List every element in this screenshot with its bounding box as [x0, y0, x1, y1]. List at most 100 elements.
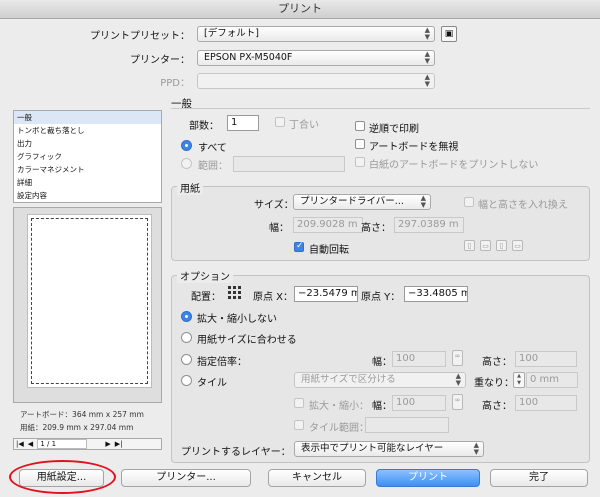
- paper-width-label: 幅：: [269, 223, 289, 234]
- next-page-icon[interactable]: ▶: [103, 439, 112, 449]
- copies-input[interactable]: 1: [227, 115, 259, 131]
- layers-select[interactable]: 表示中でプリント可能なレイヤー ▲ ▼: [294, 441, 484, 457]
- tile-height-input: 100: [515, 395, 577, 411]
- general-divider: [171, 108, 590, 109]
- updown-arrow-icon: ▲ ▼: [424, 26, 430, 41]
- highlight-annotation-circle: [9, 460, 116, 494]
- updown-arrow-icon: ▲ ▼: [473, 441, 479, 456]
- done-button[interactable]: 完了: [490, 469, 588, 487]
- overlap-input: 0 mm: [526, 372, 578, 388]
- updown-arrow-icon: ▲ ▼: [420, 194, 426, 209]
- reverse-order-checkbox[interactable]: [355, 121, 365, 131]
- paper-width-input: 209.9028 m: [293, 217, 363, 233]
- custom-scale-radio[interactable]: [181, 354, 192, 365]
- updown-arrow-icon: ▲ ▼: [424, 73, 430, 88]
- origin-x-label: 原点 X：: [253, 292, 294, 303]
- tile-range-label: タイル範囲：: [309, 423, 369, 434]
- options-title: オプション: [177, 268, 233, 283]
- placement-grid-icon[interactable]: [228, 286, 241, 299]
- paper-title: 用紙: [177, 180, 203, 195]
- fit-to-paper-radio[interactable]: [181, 332, 192, 343]
- tile-radio[interactable]: [181, 375, 192, 386]
- all-radio[interactable]: [181, 140, 192, 151]
- skip-blank-checkbox: [355, 157, 365, 167]
- paper-size-select[interactable]: プリンタードライバー... ▲ ▼: [293, 194, 431, 210]
- paper-height-label: 高さ：: [361, 223, 391, 234]
- sidebar-item-marks-bleed[interactable]: トンボと裁ち落とし: [14, 124, 161, 137]
- collate-checkbox: [275, 117, 285, 127]
- range-radio: [181, 158, 192, 169]
- paper-size-value: プリンタードライバー...: [300, 196, 404, 207]
- scale-height-input: 100: [515, 351, 577, 367]
- custom-scale-label: 指定倍率：: [197, 357, 247, 368]
- skip-blank-label: 白紙のアートボードをプリントしない: [369, 160, 539, 171]
- collate-label: 丁合い: [289, 120, 319, 131]
- origin-x-input[interactable]: −23.5479 m: [294, 286, 358, 302]
- tile-range-checkbox: [294, 420, 304, 430]
- sidebar-item-advanced[interactable]: 詳細: [14, 176, 161, 189]
- orientation-landscape-icon: ▭: [480, 240, 491, 251]
- first-page-icon[interactable]: |◀: [14, 439, 26, 449]
- printer-select[interactable]: EPSON PX-M5040F ▲ ▼: [197, 50, 435, 66]
- ppd-label: PPD：: [160, 78, 190, 89]
- orientation-portrait-icon: ▯: [464, 240, 475, 251]
- paper-height-input: 297.0389 m: [394, 217, 464, 233]
- tile-scale-checkbox: [294, 398, 304, 408]
- overlap-label: 重なり：: [474, 378, 514, 389]
- preview-sheet: [27, 214, 152, 388]
- print-button[interactable]: プリント: [376, 469, 480, 487]
- tile-range-input: [365, 417, 449, 433]
- swap-checkbox: [464, 197, 474, 207]
- tile-select: 用紙サイズで区分ける ▲ ▼: [294, 372, 466, 388]
- preset-label: プリントプリセット：: [90, 31, 190, 42]
- printer-label: プリンター：: [130, 55, 190, 66]
- scale-height-label: 高さ：: [482, 357, 512, 368]
- tile-height-label: 高さ：: [482, 401, 512, 412]
- orientation-landscape-flip-icon: ▭: [512, 240, 523, 251]
- tile-link-proportions-icon: ∞: [452, 394, 463, 410]
- scale-width-input: 100: [392, 351, 446, 367]
- paper-info: 用紙：209.9 mm x 297.04 mm: [20, 423, 134, 432]
- prev-page-icon[interactable]: ◀: [26, 439, 35, 449]
- last-page-icon[interactable]: ▶|: [113, 439, 125, 449]
- auto-rotate-checkbox[interactable]: [294, 241, 304, 252]
- range-input: [233, 156, 345, 172]
- layers-label: プリントするレイヤー：: [181, 447, 291, 458]
- orientation-portrait-flip-icon: ▯: [496, 240, 507, 251]
- sidebar-item-summary[interactable]: 設定内容: [14, 189, 161, 202]
- scale-width-label: 幅：: [372, 357, 392, 368]
- origin-y-input[interactable]: −33.4805 m: [404, 286, 468, 302]
- no-scale-radio[interactable]: [181, 311, 192, 322]
- preset-select[interactable]: [デフォルト] ▲ ▼: [197, 26, 435, 42]
- ppd-select: ▲ ▼: [197, 73, 435, 89]
- tile-width-input: 100: [392, 395, 446, 411]
- tile-label: タイル: [197, 378, 227, 389]
- category-list[interactable]: 一般 トンボと裁ち落とし 出力 グラフィック カラーマネジメント 詳細 設定内容: [13, 110, 162, 203]
- sidebar-item-output[interactable]: 出力: [14, 137, 161, 150]
- ignore-artboards-checkbox[interactable]: [355, 139, 365, 149]
- preset-value: [デフォルト]: [204, 28, 259, 39]
- page-number: 1 / 1: [37, 439, 88, 449]
- sidebar-item-general[interactable]: 一般: [14, 111, 161, 124]
- sidebar-item-color-management[interactable]: カラーマネジメント: [14, 163, 161, 176]
- paper-size-label: サイズ：: [254, 200, 294, 211]
- auto-rotate-label: 自動回転: [309, 245, 349, 256]
- tile-scale-label: 拡大・縮小：: [309, 401, 369, 412]
- save-preset-icon[interactable]: ▣: [441, 26, 457, 42]
- printer-value: EPSON PX-M5040F: [204, 52, 293, 63]
- print-preview[interactable]: [13, 207, 162, 403]
- overlap-stepper-icon[interactable]: ▲ ▼: [513, 372, 525, 388]
- ignore-artboards-label: アートボードを無視: [369, 142, 459, 153]
- sidebar-item-graphics[interactable]: グラフィック: [14, 150, 161, 163]
- no-scale-label: 拡大・縮小しない: [197, 314, 277, 325]
- page-navigator: |◀ ◀ 1 / 1 ▶ ▶|: [13, 438, 162, 450]
- cancel-button[interactable]: キャンセル: [268, 469, 366, 487]
- placement-label: 配置：: [191, 292, 221, 303]
- options-group: [171, 275, 590, 463]
- all-label: すべて: [198, 143, 227, 154]
- link-proportions-icon: ∞: [452, 350, 463, 366]
- updown-arrow-icon: ▲ ▼: [424, 50, 430, 65]
- reverse-order-label: 逆順で印刷: [369, 124, 419, 135]
- printer-button[interactable]: プリンター...: [121, 469, 251, 487]
- layers-value: 表示中でプリント可能なレイヤー: [301, 443, 444, 454]
